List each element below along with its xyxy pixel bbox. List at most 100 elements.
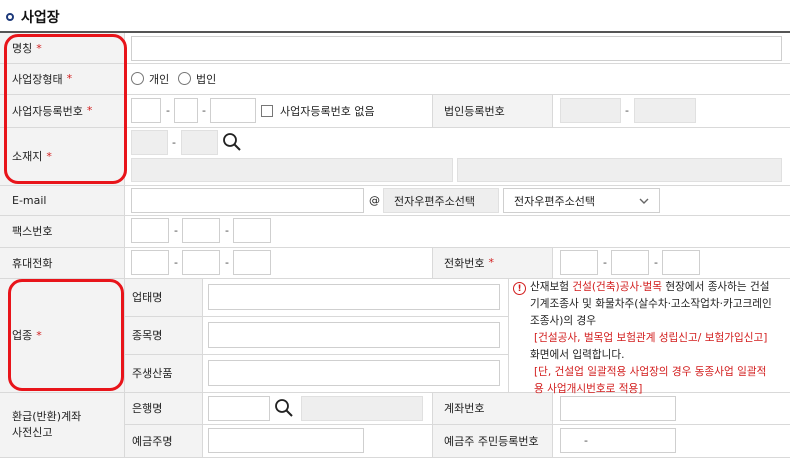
notice-text: 현장에서 종사하는 건설 (661, 281, 770, 293)
dash: - (654, 256, 658, 269)
address-input-1[interactable] (131, 158, 453, 182)
notice-line-6: [단, 건설업 일괄적용 사업장의 경우 동종사업 일괄적 (534, 366, 767, 378)
bank-input[interactable] (208, 396, 270, 421)
no-biz-reg-label[interactable]: 사업자등록번호 없음 (280, 94, 375, 127)
radio-individual[interactable] (131, 72, 144, 85)
at-sign: @ (369, 193, 380, 207)
account-label: 계좌번호 (444, 402, 485, 415)
fax-input-3[interactable] (233, 218, 271, 243)
section-title: 사업장 (21, 10, 60, 26)
bank-search-button[interactable] (271, 395, 297, 421)
magnifier-icon (275, 399, 293, 417)
email-label: E-mail (12, 193, 47, 207)
zipcode-input-1[interactable] (131, 130, 168, 155)
account-input[interactable] (560, 396, 676, 421)
corp-reg-label: 법인등록번호 (444, 104, 505, 118)
mobile-input-3[interactable] (233, 250, 271, 275)
section-bullet-icon (6, 13, 14, 21)
row-divider (124, 316, 508, 317)
dash: - (584, 434, 588, 447)
holder-id-input[interactable]: - (560, 428, 676, 453)
biz-reg-input-1[interactable] (131, 98, 161, 123)
magnifier-icon (223, 133, 241, 151)
biz-reg-input-2[interactable] (174, 98, 198, 123)
main-product-input[interactable] (208, 360, 500, 386)
col-divider (432, 247, 433, 278)
exclamation-circle-icon: ! (513, 282, 526, 295)
email-domain-select-value: 전자우편주소선택 (514, 194, 595, 208)
mobile-label: 휴대전화 (12, 256, 53, 270)
fax-input-1[interactable] (131, 218, 169, 243)
holder-label: 예금주명 (132, 434, 173, 448)
row-divider (0, 247, 790, 248)
refund-label: 환급(반환)계좌 사전신고 (12, 392, 81, 457)
chevron-down-icon (639, 198, 649, 204)
highlight-box-required-fields (4, 34, 127, 184)
notice-line-5: 화면에서 입력합니다. (530, 349, 625, 361)
mobile-input-2[interactable] (182, 250, 220, 275)
col-divider (202, 278, 203, 457)
dash: - (174, 256, 178, 269)
col-divider (552, 392, 553, 457)
bank-name-display (301, 396, 423, 421)
main-product-label: 주생산품 (132, 367, 173, 380)
row-divider (124, 354, 508, 355)
business-kind-input[interactable] (208, 322, 500, 348)
phone-input-3[interactable] (662, 250, 700, 275)
zipcode-input-2[interactable] (181, 130, 218, 155)
phone-label: 전화번호 * (444, 247, 494, 278)
notice-line-3: 조종사)의 경우 (530, 315, 596, 327)
phone-input-2[interactable] (611, 250, 649, 275)
notice-line-1: 산재보험 건설(건축)공사·벌목 현장에서 종사하는 건설 (530, 279, 792, 296)
address-input-2[interactable] (457, 158, 782, 182)
email-domain-select[interactable]: 전자우편주소선택 (503, 188, 660, 213)
biz-reg-input-3[interactable] (210, 98, 256, 123)
notice-highlight: 건설(건축)공사·벌목 (572, 281, 662, 293)
dash: - (166, 104, 170, 117)
refund-label-line-2: 사전신고 (12, 425, 53, 439)
row-divider (0, 215, 790, 216)
corp-reg-input-1[interactable] (560, 98, 621, 123)
dash: - (202, 104, 206, 117)
notice-line-2: 기계조종사 및 화물차주(살수차·고소작업차·카고크레인 (530, 298, 772, 310)
col-divider (432, 94, 433, 127)
phone-input-1[interactable] (560, 250, 598, 275)
dash: - (174, 224, 178, 237)
radio-individual-label[interactable]: 개인 (149, 63, 169, 94)
business-type-label: 업태명 (132, 291, 163, 304)
dash: - (225, 224, 229, 237)
col-divider (508, 278, 509, 392)
corp-reg-input-2[interactable] (634, 98, 696, 123)
refund-label-line-1: 환급(반환)계좌 (12, 409, 82, 423)
mobile-input-1[interactable] (131, 250, 169, 275)
section-header: 사업장 (6, 6, 60, 28)
col-divider (432, 392, 433, 457)
dash: - (603, 256, 607, 269)
col-divider (552, 94, 553, 127)
required-mark: * (488, 256, 494, 269)
holder-input[interactable] (208, 428, 364, 453)
no-biz-reg-checkbox[interactable] (261, 105, 273, 117)
business-type-input[interactable] (208, 284, 500, 310)
dash: - (225, 256, 229, 269)
business-kind-label: 종목명 (132, 329, 163, 342)
name-input[interactable] (131, 36, 782, 61)
holder-id-label: 예금주 주민등록번호 (444, 434, 539, 448)
industry-notice: 산재보험 건설(건축)공사·벌목 현장에서 종사하는 건설 기계조종사 및 화물… (530, 279, 792, 398)
dash: - (625, 104, 629, 117)
row-divider (0, 185, 790, 186)
email-id-input[interactable] (131, 188, 364, 213)
email-domain-input[interactable]: 전자우편주소선택 (383, 188, 499, 213)
address-search-button[interactable] (219, 129, 245, 155)
highlight-box-industry (8, 279, 124, 391)
phone-label-text: 전화번호 (444, 256, 485, 270)
notice-line-4: [건설공사, 벌목업 보험관계 성립신고/ 보험가입신고] (534, 332, 768, 344)
notice-text: 산재보험 (530, 281, 573, 293)
dash: - (172, 136, 176, 149)
fax-label: 팩스번호 (12, 225, 53, 238)
col-divider (552, 247, 553, 278)
radio-corporation[interactable] (178, 72, 191, 85)
fax-input-2[interactable] (182, 218, 220, 243)
radio-corporation-label[interactable]: 법인 (196, 63, 216, 94)
row-divider (0, 457, 790, 458)
